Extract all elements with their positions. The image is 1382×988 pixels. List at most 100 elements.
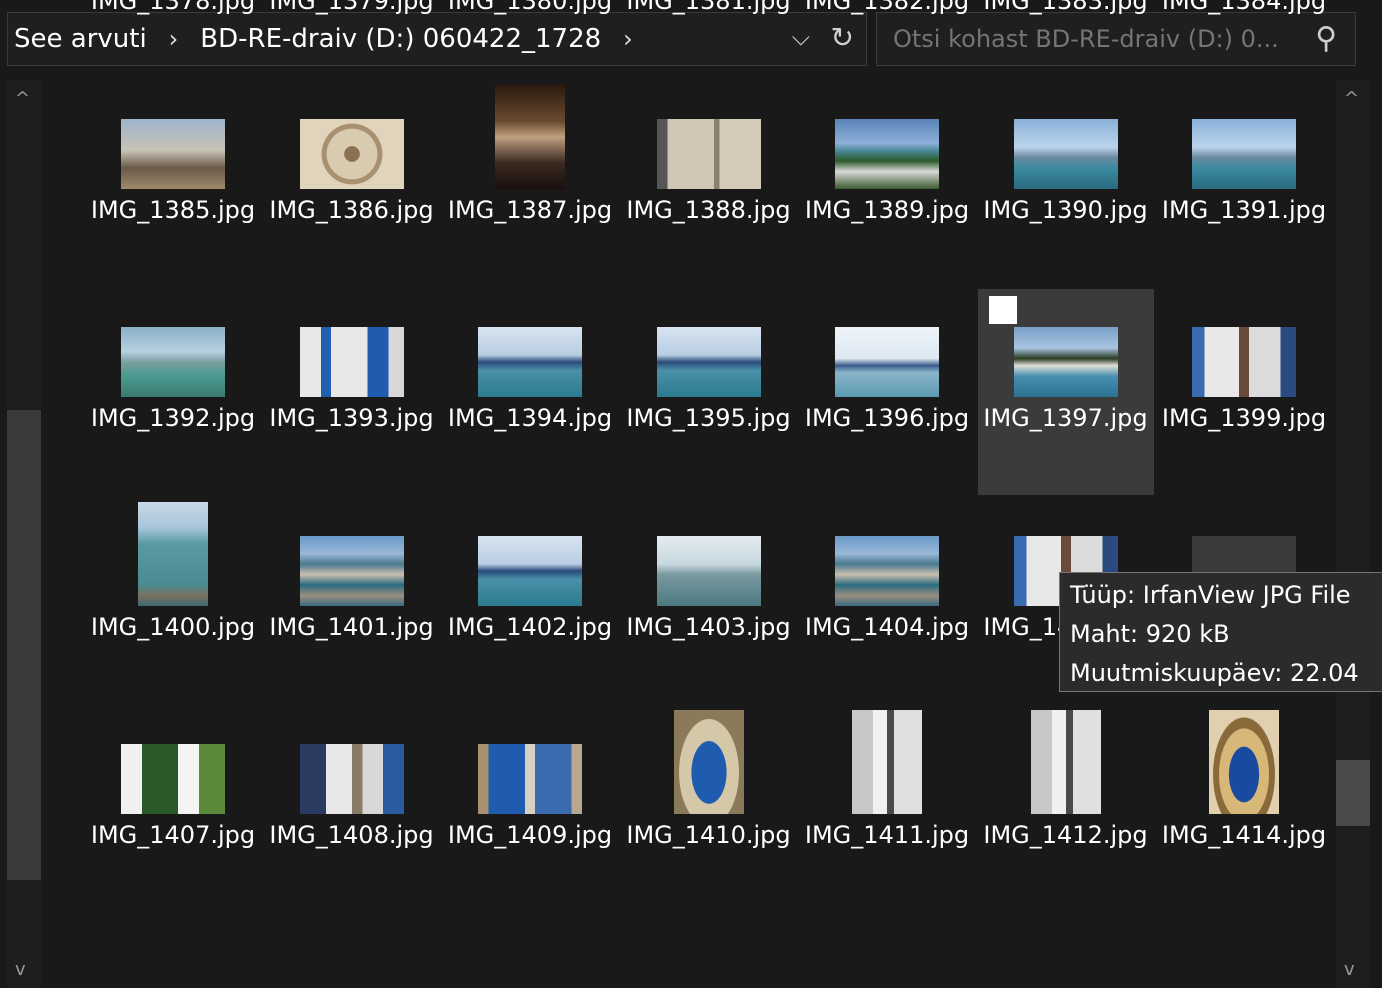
- file-name: IMG_1404.jpg: [804, 612, 970, 641]
- file-name: IMG_1410.jpg: [626, 821, 791, 849]
- file-item[interactable]: IMG_1382.jpg: [799, 0, 975, 78]
- file-name: IMG_1401.jpg: [269, 612, 434, 641]
- file-thumbnail: [121, 327, 225, 397]
- thumbnail-frame: [799, 81, 975, 189]
- file-item[interactable]: IMG_1378.jpg: [85, 0, 261, 78]
- file-item[interactable]: IMG_1383.jpg: [978, 0, 1154, 78]
- file-item[interactable]: IMG_1407.jpg: [85, 706, 261, 912]
- file-item[interactable]: IMG_1384.jpg: [1156, 0, 1332, 78]
- scroll-up-icon[interactable]: ^: [15, 88, 30, 109]
- thumbnail-frame: [1156, 289, 1332, 397]
- file-thumbnail: [478, 535, 582, 606]
- file-item[interactable]: IMG_1388.jpg: [621, 81, 797, 287]
- file-item[interactable]: IMG_1409.jpg: [442, 706, 618, 912]
- file-item[interactable]: IMG_1400.jpg: [85, 498, 261, 704]
- scroll-up-icon[interactable]: ^: [1344, 88, 1359, 109]
- file-thumbnail: [478, 327, 582, 397]
- file-item[interactable]: IMG_1399.jpg: [1156, 289, 1332, 495]
- scroll-down-icon[interactable]: v: [15, 959, 26, 980]
- file-item[interactable]: IMG_1391.jpg: [1156, 81, 1332, 287]
- file-thumbnail: [835, 118, 939, 189]
- file-name: IMG_1383.jpg: [983, 0, 1148, 15]
- thumbnail-frame: [264, 289, 440, 397]
- file-thumbnail: [1192, 327, 1296, 397]
- file-thumbnail: [835, 535, 939, 606]
- file-item[interactable]: IMG_1385.jpg: [85, 81, 261, 287]
- scrollbar-thumb[interactable]: [1336, 760, 1370, 826]
- file-thumbnail: [299, 118, 404, 189]
- file-item[interactable]: IMG_1408.jpg: [264, 706, 440, 912]
- file-item[interactable]: IMG_1386.jpg: [264, 81, 440, 287]
- file-thumbnail: [1013, 118, 1118, 189]
- file-item[interactable]: IMG_1414.jpg: [1156, 706, 1332, 912]
- scrollbar-thumb[interactable]: [7, 410, 41, 880]
- file-thumbnail: [299, 327, 404, 397]
- file-thumbnail: [299, 744, 404, 814]
- file-name: IMG_1388.jpg: [626, 195, 791, 224]
- file-item[interactable]: IMG_1387.jpg: [442, 81, 618, 287]
- file-name: IMG_1387.jpg: [447, 195, 613, 224]
- file-thumbnail: [1030, 710, 1101, 814]
- file-item[interactable]: IMG_1381.jpg: [621, 0, 797, 78]
- file-thumbnail: [656, 327, 761, 397]
- file-name: IMG_1411.jpg: [804, 821, 970, 849]
- file-name: IMG_1380.jpg: [447, 0, 613, 15]
- file-name: IMG_1396.jpg: [804, 404, 970, 432]
- thumbnail-frame: [85, 498, 261, 606]
- file-name: IMG_1394.jpg: [447, 404, 613, 432]
- file-item[interactable]: IMG_1396.jpg: [799, 289, 975, 495]
- file-name: IMG_1408.jpg: [269, 821, 434, 849]
- file-thumbnail: [1209, 710, 1279, 814]
- file-thumbnail: [656, 118, 761, 189]
- file-item[interactable]: IMG_1403.jpg: [621, 498, 797, 704]
- file-name: IMG_1395.jpg: [626, 404, 791, 432]
- tooltip-size: Maht: 920 kB: [1070, 620, 1230, 648]
- thumbnail-frame: [1156, 81, 1332, 189]
- file-item[interactable]: IMG_1411.jpg: [799, 706, 975, 912]
- file-name: IMG_1403.jpg: [626, 612, 791, 641]
- file-item[interactable]: IMG_1393.jpg: [264, 289, 440, 495]
- file-item[interactable]: IMG_1380.jpg: [442, 0, 618, 78]
- file-thumbnail: [1013, 327, 1118, 397]
- file-name: IMG_1414.jpg: [1161, 821, 1327, 849]
- file-name: IMG_1379.jpg: [269, 0, 434, 15]
- file-item[interactable]: IMG_1379.jpg: [264, 0, 440, 78]
- file-thumbnail: [656, 535, 761, 606]
- file-name: IMG_1397.jpg: [983, 404, 1148, 432]
- file-item[interactable]: IMG_1395.jpg: [621, 289, 797, 495]
- file-item[interactable]: IMG_1390.jpg: [978, 81, 1154, 287]
- file-item[interactable]: IMG_1404.jpg: [799, 498, 975, 704]
- file-tooltip: Tüüp: IrfanView JPG File Maht: 920 kB Mu…: [1059, 572, 1382, 692]
- vertical-scrollbar[interactable]: ^ v: [1336, 80, 1370, 988]
- thumbnail-frame: [264, 81, 440, 189]
- file-item[interactable]: IMG_1389.jpg: [799, 81, 975, 287]
- thumbnail-frame: [978, 706, 1154, 814]
- file-item[interactable]: IMG_1410.jpg: [621, 706, 797, 912]
- file-name: IMG_1392.jpg: [90, 404, 256, 432]
- scroll-down-icon[interactable]: v: [1344, 959, 1355, 980]
- thumbnail-frame: [799, 706, 975, 814]
- file-item[interactable]: IMG_1401.jpg: [264, 498, 440, 704]
- thumbnail-frame: [621, 498, 797, 606]
- file-item[interactable]: IMG_1402.jpg: [442, 498, 618, 704]
- file-name: IMG_1391.jpg: [1161, 195, 1327, 224]
- file-item[interactable]: IMG_1397.jpg: [977, 289, 1154, 495]
- file-item[interactable]: IMG_1412.jpg: [978, 706, 1154, 912]
- left-scrollbar[interactable]: ^ v: [7, 80, 41, 988]
- select-checkbox[interactable]: [988, 296, 1017, 324]
- thumbnail-frame: [799, 498, 975, 606]
- file-name: IMG_1381.jpg: [626, 0, 791, 15]
- file-name: IMG_1386.jpg: [269, 195, 434, 224]
- thumbnail-frame: [621, 706, 797, 814]
- file-thumbnail: [673, 710, 744, 814]
- file-item[interactable]: IMG_1392.jpg: [85, 289, 261, 495]
- thumbnail-frame: [85, 289, 261, 397]
- file-name: IMG_1409.jpg: [447, 821, 613, 849]
- file-thumbnail: [121, 744, 225, 814]
- tooltip-type: Tüüp: IrfanView JPG File: [1070, 581, 1351, 609]
- thumbnail-frame: [799, 289, 975, 397]
- file-name: IMG_1382.jpg: [804, 0, 970, 15]
- file-name: IMG_1393.jpg: [269, 404, 434, 432]
- file-item[interactable]: IMG_1394.jpg: [442, 289, 618, 495]
- thumbnail-frame: [442, 81, 618, 189]
